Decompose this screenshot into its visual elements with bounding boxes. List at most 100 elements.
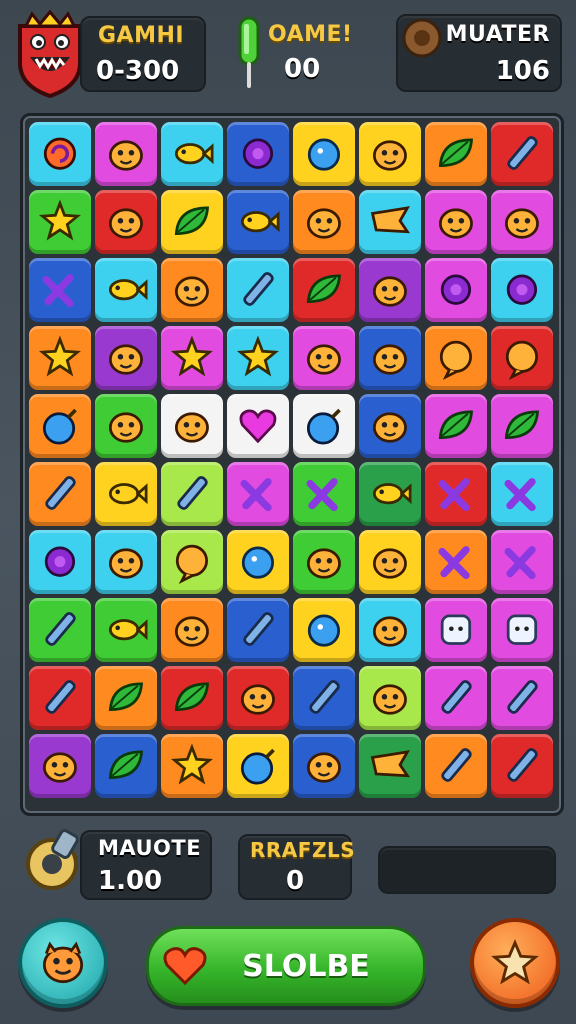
game-board xyxy=(20,113,564,816)
board-tile[interactable] xyxy=(95,598,157,662)
creature-icon xyxy=(307,344,341,375)
board-tile[interactable] xyxy=(491,462,553,526)
board-tile[interactable] xyxy=(95,122,157,186)
rrafzls-panel: RRAFZLS 0 xyxy=(238,834,355,900)
leaf-icon xyxy=(438,138,474,168)
board-tile[interactable] xyxy=(227,462,289,526)
board-tile[interactable] xyxy=(491,666,553,730)
board-tile[interactable] xyxy=(29,530,91,594)
board-tile[interactable] xyxy=(161,462,223,526)
board-tile[interactable] xyxy=(29,258,91,322)
board-tile[interactable] xyxy=(227,190,289,254)
board-tile[interactable] xyxy=(95,190,157,254)
board-tile[interactable] xyxy=(359,530,421,594)
player-avatar[interactable] xyxy=(12,8,88,99)
board-tile[interactable] xyxy=(29,190,91,254)
board-tile[interactable] xyxy=(425,258,487,322)
board-tile[interactable] xyxy=(29,122,91,186)
play-button[interactable]: SLOLBE xyxy=(146,926,426,1006)
character-button[interactable] xyxy=(18,918,108,1008)
board-tile[interactable] xyxy=(227,258,289,322)
board-tile[interactable] xyxy=(359,734,421,798)
board-tile[interactable] xyxy=(95,462,157,526)
board-tile[interactable] xyxy=(161,190,223,254)
board-tile[interactable] xyxy=(95,394,157,458)
board-tile[interactable] xyxy=(359,394,421,458)
board-tile[interactable] xyxy=(293,190,355,254)
board-tile[interactable] xyxy=(95,326,157,390)
board-tile[interactable] xyxy=(293,734,355,798)
board-tile[interactable] xyxy=(227,734,289,798)
board-tile[interactable] xyxy=(161,666,223,730)
board-tile[interactable] xyxy=(359,326,421,390)
maute-panel: MAUOTE 1.00 xyxy=(80,830,212,900)
board-tile[interactable] xyxy=(491,190,553,254)
bomb-icon xyxy=(241,749,275,785)
star-icon xyxy=(171,335,213,377)
board-tile[interactable] xyxy=(425,122,487,186)
board-tile[interactable] xyxy=(161,598,223,662)
board-tile[interactable] xyxy=(293,122,355,186)
fish-icon xyxy=(109,279,148,301)
leaf-icon xyxy=(108,682,144,712)
board-tile[interactable] xyxy=(293,394,355,458)
board-tile[interactable] xyxy=(95,258,157,322)
board-tile[interactable] xyxy=(161,122,223,186)
creature-icon xyxy=(373,344,407,375)
board-tile[interactable] xyxy=(161,258,223,322)
board-tile[interactable] xyxy=(293,598,355,662)
board-tile[interactable] xyxy=(161,530,223,594)
board-tile[interactable] xyxy=(491,326,553,390)
board-tile[interactable] xyxy=(359,258,421,322)
board-tile[interactable] xyxy=(227,122,289,186)
board-tile[interactable] xyxy=(425,394,487,458)
board-tile[interactable] xyxy=(293,530,355,594)
board-tile[interactable] xyxy=(359,462,421,526)
board-tile[interactable] xyxy=(491,394,553,458)
board-tile[interactable] xyxy=(95,734,157,798)
board-tile[interactable] xyxy=(425,190,487,254)
board-tile[interactable] xyxy=(29,462,91,526)
board-tile[interactable] xyxy=(425,666,487,730)
board-tile[interactable] xyxy=(293,462,355,526)
board-tile[interactable] xyxy=(491,734,553,798)
board-tile[interactable] xyxy=(425,462,487,526)
heart-icon xyxy=(239,409,277,444)
board-tile[interactable] xyxy=(491,530,553,594)
board-tile[interactable] xyxy=(425,598,487,662)
board-tile[interactable] xyxy=(161,394,223,458)
board-tile[interactable] xyxy=(29,326,91,390)
empty-progress-bar xyxy=(378,846,556,894)
fish-icon xyxy=(373,483,412,505)
board-tile[interactable] xyxy=(95,530,157,594)
board-tile[interactable] xyxy=(359,122,421,186)
board-tile[interactable] xyxy=(293,326,355,390)
board-tile[interactable] xyxy=(95,666,157,730)
board-tile[interactable] xyxy=(29,734,91,798)
board-tile[interactable] xyxy=(227,598,289,662)
board-tile[interactable] xyxy=(425,734,487,798)
board-tile[interactable] xyxy=(161,326,223,390)
swirl-icon xyxy=(43,137,77,171)
board-tile[interactable] xyxy=(491,258,553,322)
board-tile[interactable] xyxy=(491,598,553,662)
leaf-icon xyxy=(306,274,342,304)
board-tile[interactable] xyxy=(293,258,355,322)
board-tile[interactable] xyxy=(227,326,289,390)
star-button[interactable] xyxy=(470,918,560,1008)
board-tile[interactable] xyxy=(293,666,355,730)
board-tile[interactable] xyxy=(491,122,553,186)
board-tile[interactable] xyxy=(425,326,487,390)
board-tile[interactable] xyxy=(29,666,91,730)
board-tile[interactable] xyxy=(227,530,289,594)
board-tile[interactable] xyxy=(359,666,421,730)
board-tile[interactable] xyxy=(227,394,289,458)
board-tile[interactable] xyxy=(359,190,421,254)
board-tile[interactable] xyxy=(359,598,421,662)
board-tile[interactable] xyxy=(29,394,91,458)
board-tile[interactable] xyxy=(29,598,91,662)
board-tile[interactable] xyxy=(425,530,487,594)
cross-icon xyxy=(438,478,470,512)
board-tile[interactable] xyxy=(161,734,223,798)
board-tile[interactable] xyxy=(227,666,289,730)
